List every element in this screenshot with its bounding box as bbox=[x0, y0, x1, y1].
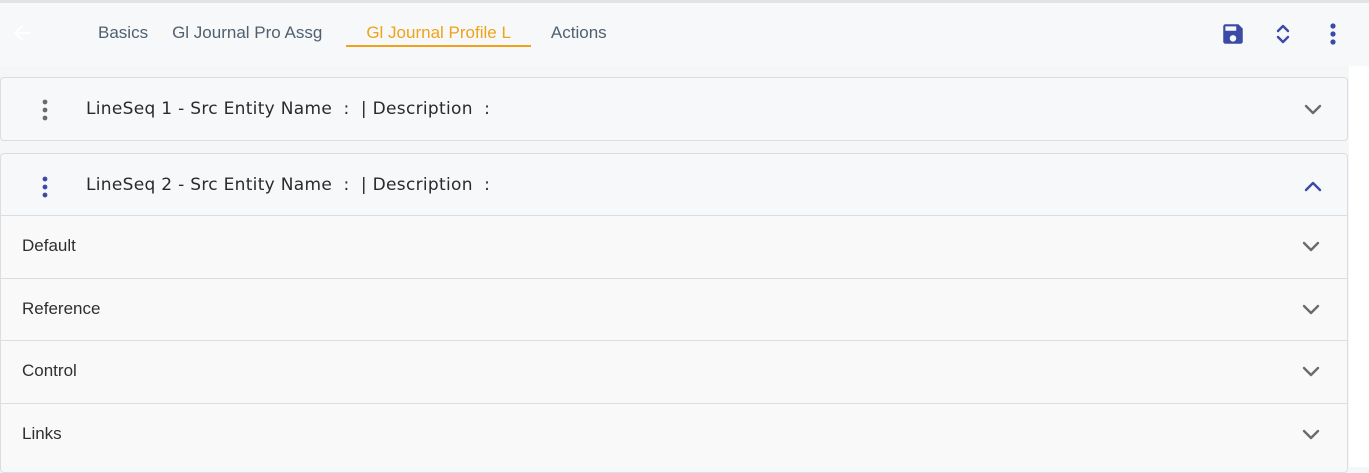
line-1-menu-button[interactable] bbox=[31, 97, 59, 123]
line-card-2: LineSeq 2 - Src Entity Name : | Descript… bbox=[0, 153, 1348, 473]
top-toolbar: Basics Gl Journal Pro Assg Gl Journal Pr… bbox=[0, 0, 1369, 66]
expand-collapse-icon bbox=[1276, 24, 1290, 44]
line-2-collapse-toggle[interactable] bbox=[1301, 174, 1325, 198]
more-options-button[interactable] bbox=[1319, 20, 1347, 48]
arrow-left-icon bbox=[14, 25, 30, 41]
section-reference[interactable]: Reference bbox=[1, 278, 1347, 341]
tab-actions[interactable]: Actions bbox=[539, 13, 619, 53]
section-links[interactable]: Links bbox=[1, 403, 1347, 466]
section-default-label: Default bbox=[22, 236, 76, 255]
section-reference-label: Reference bbox=[22, 299, 101, 318]
section-default-toggle[interactable] bbox=[1299, 235, 1323, 259]
scrollbar-track[interactable] bbox=[1349, 66, 1369, 467]
section-links-toggle[interactable] bbox=[1299, 423, 1323, 447]
more-vert-icon bbox=[1330, 23, 1336, 45]
tab-gl-journal-pro-assg[interactable]: Gl Journal Pro Assg bbox=[160, 13, 334, 53]
section-control[interactable]: Control bbox=[1, 340, 1347, 403]
chevron-up-icon bbox=[1304, 181, 1322, 192]
expand-collapse-button[interactable] bbox=[1269, 20, 1297, 48]
line-2-menu-button[interactable] bbox=[31, 174, 59, 200]
line-header-1[interactable]: LineSeq 1 - Src Entity Name : | Descript… bbox=[1, 78, 1347, 140]
line-2-title: LineSeq 2 - Src Entity Name : | Descript… bbox=[86, 175, 491, 195]
save-button[interactable] bbox=[1219, 20, 1247, 48]
line-1-title: LineSeq 1 - Src Entity Name : | Descript… bbox=[86, 99, 491, 119]
line-header-2[interactable]: LineSeq 2 - Src Entity Name : | Descript… bbox=[1, 154, 1347, 216]
line-1-expand-toggle[interactable] bbox=[1301, 98, 1325, 122]
chevron-down-icon bbox=[1304, 104, 1322, 115]
back-button[interactable] bbox=[8, 19, 36, 47]
section-control-toggle[interactable] bbox=[1299, 360, 1323, 384]
section-control-label: Control bbox=[22, 361, 77, 380]
chevron-down-icon bbox=[1302, 429, 1320, 440]
section-reference-toggle[interactable] bbox=[1299, 298, 1323, 322]
tab-basics[interactable]: Basics bbox=[86, 13, 160, 53]
save-icon bbox=[1223, 24, 1243, 44]
section-default[interactable]: Default bbox=[1, 215, 1347, 278]
tab-gl-journal-profile-l[interactable]: Gl Journal Profile L bbox=[346, 13, 531, 53]
section-links-label: Links bbox=[22, 424, 62, 443]
more-vert-icon bbox=[42, 99, 48, 121]
tab-bar: Basics Gl Journal Pro Assg Gl Journal Pr… bbox=[86, 13, 619, 53]
line-card-1: LineSeq 1 - Src Entity Name : | Descript… bbox=[0, 77, 1348, 141]
chevron-down-icon bbox=[1302, 304, 1320, 315]
chevron-down-icon bbox=[1302, 366, 1320, 377]
more-vert-icon bbox=[42, 176, 48, 198]
chevron-down-icon bbox=[1302, 241, 1320, 252]
